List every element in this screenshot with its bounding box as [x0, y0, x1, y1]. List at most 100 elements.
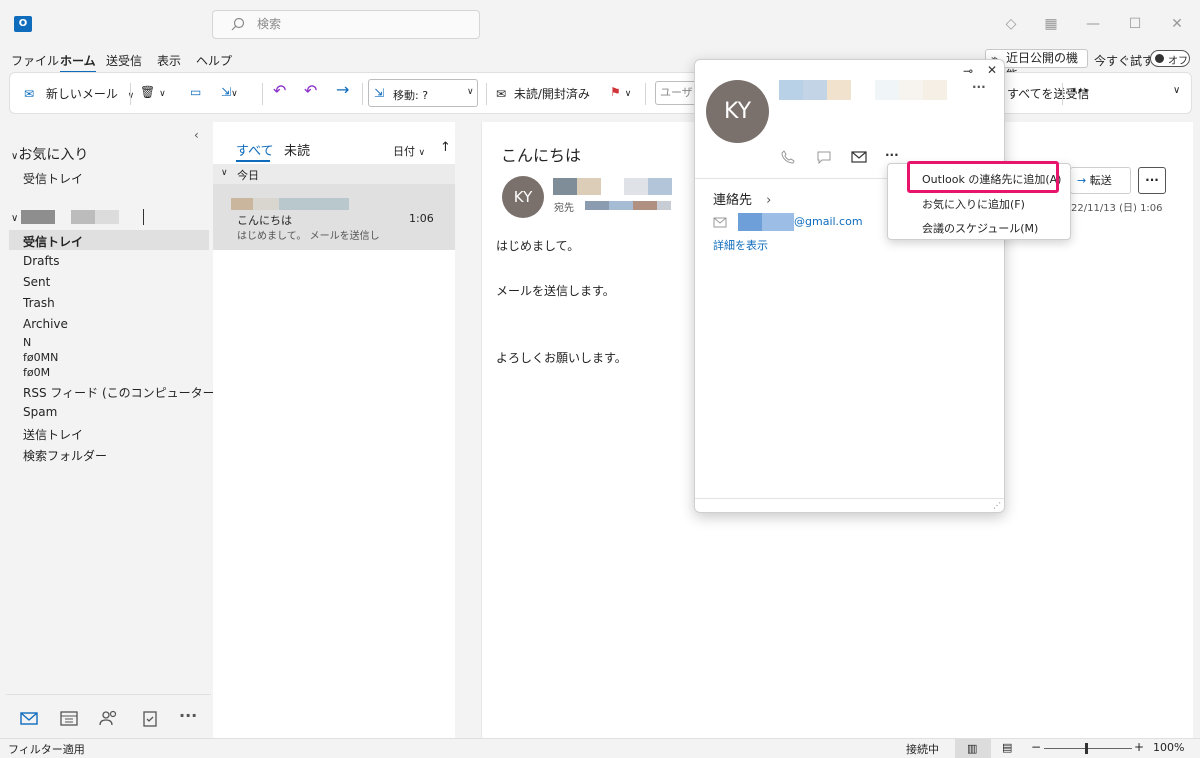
more-options-button[interactable]: ···: [1071, 81, 1089, 100]
body-line-3: よろしくお願いします。: [496, 351, 627, 365]
folder-f0m[interactable]: fø0M: [23, 366, 50, 379]
to-label: 宛先: [554, 203, 574, 214]
pin-icon[interactable]: ⊸: [963, 64, 973, 78]
resize-grip-icon[interactable]: ⋰: [993, 501, 1001, 510]
zoom-in-button[interactable]: +: [1134, 740, 1144, 754]
favorites-inbox[interactable]: 受信トレイ: [23, 170, 83, 187]
trash-icon: 🗑: [140, 85, 156, 99]
folder-n[interactable]: N: [23, 336, 31, 349]
delete-button[interactable]: 🗑 ∨: [140, 85, 166, 99]
forward-arrow-icon: →: [1077, 174, 1087, 187]
favorites-header[interactable]: ∨お気に入り: [11, 144, 88, 164]
folder-inbox[interactable]: 受信トレイ: [23, 233, 83, 250]
read-unread-button[interactable]: ✉ 未読/開封済み: [496, 85, 590, 102]
folder-spam[interactable]: Spam: [23, 405, 57, 419]
redacted-sender-name: [624, 178, 648, 195]
folder-f0mn[interactable]: fø0MN: [23, 351, 58, 364]
redacted-recipient: [633, 201, 657, 210]
collapse-pane-chevron-icon[interactable]: ‹: [194, 128, 199, 142]
card-more-icon[interactable]: ···: [972, 80, 986, 94]
chevron-down-icon: ∨: [624, 89, 632, 99]
contact-header-label: 連絡先: [713, 193, 753, 208]
outlook-app-icon: O: [14, 16, 32, 32]
redacted-contact-name: [827, 80, 851, 100]
menu-file[interactable]: ファイル: [11, 52, 59, 69]
more-actions-button[interactable]: ···: [1138, 167, 1166, 194]
apps-grid-icon[interactable]: ▦: [1041, 14, 1061, 34]
phone-icon[interactable]: [781, 150, 795, 164]
zoom-out-button[interactable]: −: [1031, 740, 1041, 754]
email-domain-link[interactable]: @gmail.com: [794, 215, 863, 228]
close-window-button[interactable]: ✕: [1167, 14, 1187, 34]
close-icon[interactable]: ✕: [987, 63, 997, 77]
tasks-icon[interactable]: [140, 709, 160, 727]
menu-help[interactable]: ヘルプ: [196, 52, 232, 69]
folder-pane: ‹ ∨お気に入り 受信トレイ ∨ 受信トレイ Drafts Sent Trash…: [6, 122, 243, 738]
zoom-slider[interactable]: [1044, 748, 1132, 749]
move-dropdown[interactable]: ⇲ 移動: ? ∨: [368, 79, 478, 107]
folder-trash[interactable]: Trash: [23, 296, 55, 310]
menu-send-receive[interactable]: 送受信: [106, 52, 142, 69]
more-apps-icon[interactable]: ···: [179, 706, 197, 725]
email-icon[interactable]: [851, 151, 867, 163]
message-list-item[interactable]: こんにちは 1:06 はじめまして。 メールを送信し: [213, 184, 455, 250]
reply-all-icon[interactable]: ↶: [304, 81, 317, 100]
redacted-contact-name: [803, 80, 827, 100]
normal-view-icon: ▥: [967, 742, 978, 755]
group-label: 今日: [237, 169, 259, 182]
more-icon[interactable]: ···: [885, 148, 899, 162]
flag-button[interactable]: ⚑ ∨: [610, 85, 631, 99]
redacted-sender-name: [553, 178, 577, 195]
archive-icon: ▭: [190, 85, 202, 99]
contact-section-header[interactable]: 連絡先 ›: [713, 189, 771, 208]
folder-archive[interactable]: Archive: [23, 317, 68, 331]
minimize-button[interactable]: —: [1083, 14, 1103, 34]
tab-unread[interactable]: 未読: [284, 140, 310, 159]
toggle-knob: [1155, 54, 1164, 63]
reply-icon[interactable]: ↶: [273, 81, 286, 100]
menu-schedule-meeting[interactable]: 会議のスケジュール(M): [922, 220, 1038, 236]
ribbon-divider: [645, 83, 646, 105]
sort-by-date[interactable]: 日付 ∨: [393, 143, 425, 159]
ribbon-collapse-chevron-icon[interactable]: ∨: [1173, 85, 1180, 96]
archive-button[interactable]: ▭: [190, 85, 201, 99]
envelope-open-icon: ✉: [496, 87, 507, 101]
reading-view-icon[interactable]: ▤: [1002, 741, 1012, 754]
menu-add-to-favorites[interactable]: お気に入りに追加(F): [922, 196, 1025, 212]
redacted-sender-name: [577, 178, 601, 195]
ribbon: ✉ 新しいメール ∨ 🗑 ∨ ▭ ⇲∨ ↶ ↶ → ⇲ 移動: ? ∨ ✉ 未読…: [9, 72, 1192, 114]
tab-all[interactable]: すべて: [236, 140, 274, 159]
menu-home[interactable]: ホーム: [60, 52, 96, 73]
sort-label: 日付: [393, 145, 415, 158]
forward-icon[interactable]: →: [336, 80, 349, 99]
people-icon[interactable]: [99, 709, 119, 727]
redacted-account-name: [21, 210, 55, 224]
sender-avatar[interactable]: KY: [502, 176, 544, 218]
folder-search[interactable]: 検索フォルダー: [23, 447, 107, 464]
card-footer-divider: [695, 498, 1004, 499]
message-time: 1:06: [409, 212, 434, 225]
new-mail-button[interactable]: ✉ 新しいメール ∨: [24, 85, 134, 102]
try-now-toggle[interactable]: オフ: [1150, 50, 1190, 67]
folder-sent[interactable]: Sent: [23, 275, 50, 289]
search-box[interactable]: 検索: [212, 10, 480, 39]
mail-icon[interactable]: [19, 709, 39, 727]
contact-card: ⊸ ✕ KY ··· ··· 連絡先 › @gmail.com 詳細を表示 ⋰: [694, 59, 1005, 513]
folder-rss[interactable]: RSS フィード (このコンピューターのみ): [23, 384, 243, 401]
move-to-button[interactable]: ⇲∨: [221, 85, 238, 99]
group-header-today[interactable]: ∨ 今日: [213, 164, 455, 184]
show-details-link[interactable]: 詳細を表示: [713, 237, 768, 253]
forward-label: 転送: [1089, 174, 1112, 187]
maximize-button[interactable]: ☐: [1125, 14, 1145, 34]
forward-button[interactable]: → 転送: [1070, 167, 1131, 194]
calendar-icon[interactable]: [59, 709, 79, 727]
menu-view[interactable]: 表示: [157, 52, 181, 69]
account-header[interactable]: ∨: [11, 209, 144, 225]
zoom-slider-thumb[interactable]: [1085, 743, 1088, 754]
premium-diamond-icon[interactable]: ◇: [1001, 14, 1021, 34]
chat-icon[interactable]: [817, 150, 831, 164]
sort-direction-arrow-icon[interactable]: ↑: [440, 140, 451, 155]
folder-drafts[interactable]: Drafts: [23, 254, 60, 268]
folder-outbox[interactable]: 送信トレイ: [23, 426, 83, 443]
redacted-account-name: [71, 210, 95, 224]
